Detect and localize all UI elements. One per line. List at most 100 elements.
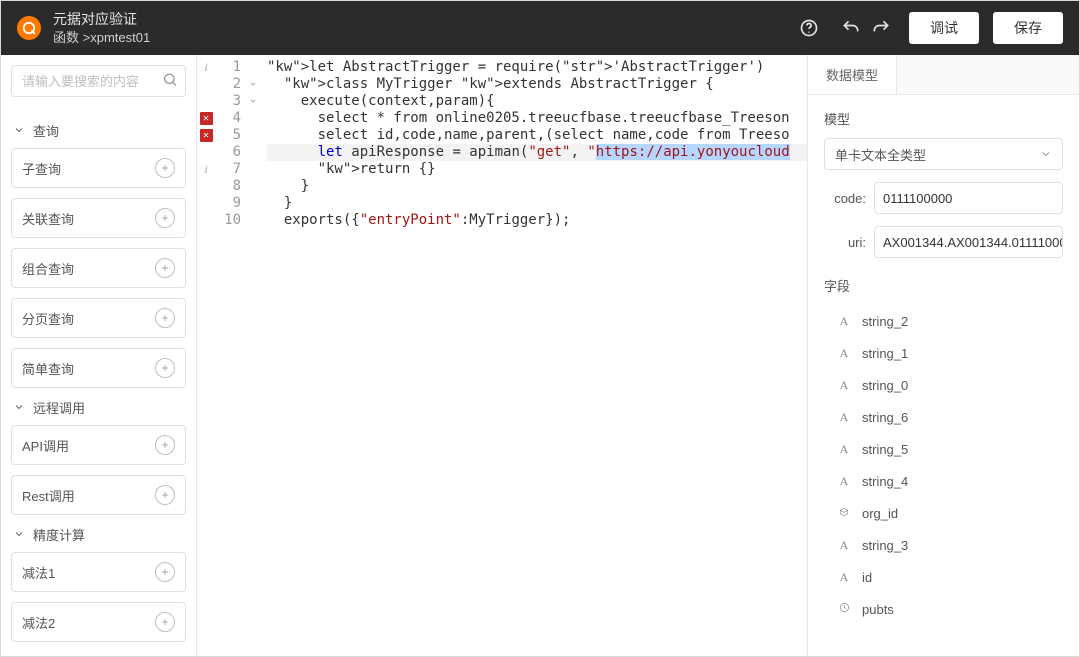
- breadcrumb-prefix: 函数 >: [53, 30, 90, 45]
- field-name: pubts: [862, 602, 894, 617]
- app-root: 元据对应验证 函数 >xpmtest01 调试 保存: [0, 0, 1080, 657]
- page-title: 元据对应验证: [53, 11, 150, 28]
- sidebar-item-label: API调用: [22, 436, 69, 455]
- chevron-down-icon: [13, 401, 27, 415]
- model-section-label: 模型: [824, 109, 1063, 128]
- tab-data-model[interactable]: 数据模型: [808, 55, 897, 94]
- editor-gutter: i✕✕i 12345678910: [197, 55, 259, 656]
- field-item[interactable]: pubts: [824, 593, 1063, 625]
- plus-icon[interactable]: [155, 308, 175, 328]
- plus-icon[interactable]: [155, 258, 175, 278]
- model-select-value: 单卡文本全类型: [835, 145, 926, 164]
- field-name: string_4: [862, 474, 908, 489]
- field-item[interactable]: Astring_6: [824, 401, 1063, 433]
- field-item[interactable]: Astring_1: [824, 337, 1063, 369]
- sidebar-item-label: 组合查询: [22, 259, 74, 278]
- plus-icon[interactable]: [155, 562, 175, 582]
- sidebar-item[interactable]: 关联查询: [11, 198, 186, 238]
- line-number: 5: [215, 127, 241, 144]
- sidebar-item-label: 减法1: [22, 563, 55, 582]
- line-number: 7: [215, 161, 241, 178]
- app-icon: [17, 16, 41, 40]
- code-line[interactable]: exports({"entryPoint":MyTrigger});: [267, 212, 807, 229]
- sidebar-item-label: 减法2: [22, 613, 55, 632]
- field-item[interactable]: org_id: [824, 497, 1063, 529]
- search-input[interactable]: [11, 65, 186, 97]
- sidebar-group-title[interactable]: 远程调用: [13, 398, 184, 417]
- sidebar-item[interactable]: 简单查询: [11, 348, 186, 388]
- field-item[interactable]: Aid: [824, 561, 1063, 593]
- save-button[interactable]: 保存: [993, 12, 1063, 44]
- field-name: string_3: [862, 538, 908, 553]
- code-line[interactable]: "kw">return {}: [267, 161, 807, 178]
- debug-button[interactable]: 调试: [909, 12, 979, 44]
- sidebar-item-label: 关联查询: [22, 209, 74, 228]
- field-name: id: [862, 570, 872, 585]
- plus-icon[interactable]: [155, 435, 175, 455]
- code-label: code:: [824, 191, 866, 206]
- sidebar-item[interactable]: API调用: [11, 425, 186, 465]
- top-actions: 调试 保存: [795, 12, 1063, 44]
- type-text-icon: A: [838, 410, 850, 425]
- field-name: org_id: [862, 506, 898, 521]
- plus-icon[interactable]: [155, 485, 175, 505]
- title-block: 元据对应验证 函数 >xpmtest01: [53, 11, 150, 45]
- code-line[interactable]: select * from online0205.treeucfbase.tre…: [267, 110, 807, 127]
- fold-arrow-icon[interactable]: [249, 76, 257, 93]
- field-name: string_1: [862, 346, 908, 361]
- breadcrumb-name[interactable]: xpmtest01: [90, 30, 150, 45]
- type-text-icon: A: [838, 570, 850, 585]
- sidebar-item[interactable]: 子查询: [11, 148, 186, 188]
- code-line[interactable]: "kw">class MyTrigger "kw">extends Abstra…: [267, 76, 807, 93]
- sidebar-group-label: 精度计算: [33, 525, 85, 544]
- code-line[interactable]: execute(context,param){: [267, 93, 807, 110]
- type-text-icon: A: [838, 314, 850, 329]
- plus-icon[interactable]: [155, 208, 175, 228]
- info-marker-icon[interactable]: i: [204, 59, 207, 76]
- code-line[interactable]: "kw">let AbstractTrigger = require("str"…: [267, 59, 807, 76]
- line-number: 6: [215, 144, 241, 161]
- search-icon[interactable]: [162, 72, 178, 91]
- sidebar-group-title[interactable]: 精度计算: [13, 525, 184, 544]
- fold-arrow-icon[interactable]: [249, 93, 257, 110]
- uri-input[interactable]: AX001344.AX001344.0111100000: [874, 226, 1063, 258]
- redo-icon[interactable]: [867, 14, 895, 42]
- plus-icon[interactable]: [155, 612, 175, 632]
- code-line[interactable]: }: [267, 178, 807, 195]
- sidebar-item[interactable]: 分页查询: [11, 298, 186, 338]
- line-number: 1: [215, 59, 241, 76]
- help-icon[interactable]: [795, 14, 823, 42]
- sidebar-group-title[interactable]: 查询: [13, 121, 184, 140]
- sidebar-item[interactable]: 减法2: [11, 602, 186, 642]
- field-item[interactable]: Astring_4: [824, 465, 1063, 497]
- error-marker-icon[interactable]: ✕: [200, 129, 213, 142]
- line-number: 8: [215, 178, 241, 195]
- code-editor[interactable]: i✕✕i 12345678910 "kw">let AbstractTrigge…: [197, 55, 807, 656]
- sidebar-item[interactable]: 组合查询: [11, 248, 186, 288]
- code-line[interactable]: }: [267, 195, 807, 212]
- sidebar-group-label: 查询: [33, 121, 59, 140]
- field-item[interactable]: Astring_0: [824, 369, 1063, 401]
- type-text-icon: A: [838, 538, 850, 553]
- code-area[interactable]: "kw">let AbstractTrigger = require("str"…: [259, 55, 807, 656]
- code-line[interactable]: let apiResponse = apiman("get", "https:/…: [267, 144, 807, 161]
- undo-icon[interactable]: [837, 14, 865, 42]
- model-select[interactable]: 单卡文本全类型: [824, 138, 1063, 170]
- field-name: string_2: [862, 314, 908, 329]
- error-marker-icon[interactable]: ✕: [200, 112, 213, 125]
- code-line[interactable]: select id,code,name,parent,(select name,…: [267, 127, 807, 144]
- breadcrumb: 函数 >xpmtest01: [53, 30, 150, 46]
- plus-icon[interactable]: [155, 158, 175, 178]
- type-time-icon: [838, 602, 850, 617]
- sidebar-item[interactable]: Rest调用: [11, 475, 186, 515]
- type-ref-icon: [838, 506, 850, 521]
- sidebar-item[interactable]: 减法1: [11, 552, 186, 592]
- right-panel: 数据模型 模型 单卡文本全类型 code: 0111100000 uri: AX…: [807, 55, 1079, 656]
- field-item[interactable]: Astring_5: [824, 433, 1063, 465]
- code-input[interactable]: 0111100000: [874, 182, 1063, 214]
- info-marker-icon[interactable]: i: [204, 161, 207, 178]
- field-item[interactable]: Astring_3: [824, 529, 1063, 561]
- field-item[interactable]: Astring_2: [824, 305, 1063, 337]
- main-body: 查询子查询关联查询组合查询分页查询简单查询远程调用 API调用 Rest调用精度计算…: [1, 55, 1079, 656]
- plus-icon[interactable]: [155, 358, 175, 378]
